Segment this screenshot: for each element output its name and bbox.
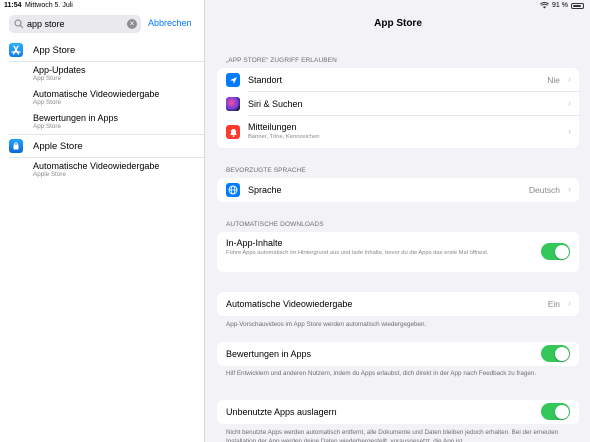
status-date: Mittwoch 5. Juli (25, 2, 73, 9)
chevron-right-icon: › (568, 126, 571, 136)
sidebar: × Abbrechen App Store App-Updates App St… (0, 0, 205, 442)
video-note: App-Vorschauvideos im App Store werden a… (226, 321, 427, 328)
offload-group: Unbenutzte Apps auslagern (217, 400, 579, 424)
row-label: Sprache (248, 185, 282, 195)
language-group: Sprache Deutsch › (217, 178, 579, 202)
row-label: Bewertungen in Apps (226, 349, 312, 359)
offload-toggle[interactable] (541, 403, 570, 420)
result-title: App-Updates (33, 65, 86, 75)
result-subtitle: App Store (33, 123, 62, 130)
result-title: Automatische Videowiedergabe (33, 161, 160, 171)
page-title: App Store (374, 18, 422, 29)
battery-icon (571, 2, 584, 9)
search-icon (14, 19, 24, 29)
row-siri[interactable]: Siri & Suchen › (217, 92, 579, 116)
divider (9, 157, 204, 158)
search-input[interactable] (27, 19, 123, 29)
row-notifications[interactable]: Mitteilungen Banner, Töne, Kennzeichen › (217, 116, 579, 148)
result-video-autoplay[interactable]: Automatische Videowiedergabe App Store (0, 87, 205, 111)
result-subtitle: Apple Store (33, 171, 66, 178)
status-time: 11:54 (4, 2, 22, 9)
result-subtitle: App Store (33, 99, 62, 106)
result-apple-store-video[interactable]: Automatische Videowiedergabe Apple Store (0, 159, 205, 183)
section-header-language: BEVORZUGTE SPRACHE (226, 167, 306, 174)
row-label: Standort (248, 75, 283, 85)
row-video-autoplay[interactable]: Automatische Videowiedergabe Ein › (217, 292, 579, 316)
search-field[interactable]: × (9, 15, 141, 33)
chevron-right-icon: › (568, 184, 571, 194)
notifications-icon (226, 125, 240, 139)
row-label: In-App-Inhalte (226, 238, 283, 248)
section-header-downloads: AUTOMATISCHE DOWNLOADS (226, 221, 324, 228)
row-subtitle: Führe Apps automatisch im Hintergrund au… (226, 250, 489, 256)
detail-pane: App Store „APP STORE“ ZUGRIFF ERLAUBEN S… (206, 0, 590, 442)
status-right: 91 % (540, 2, 584, 9)
ratings-toggle[interactable] (541, 345, 570, 362)
cancel-button[interactable]: Abbrechen (148, 18, 192, 28)
inapp-toggle[interactable] (541, 243, 570, 260)
divider (9, 61, 204, 62)
location-arrow-icon (226, 73, 240, 87)
row-label: Automatische Videowiedergabe (226, 299, 353, 309)
row-label: Unbenutzte Apps auslagern (226, 407, 337, 417)
row-label: Siri & Suchen (248, 99, 303, 109)
status-bar: 11:54 Mittwoch 5. Juli 91 % (0, 0, 590, 12)
access-group: Standort Nie › Siri & Suchen › Mitteilun… (217, 68, 579, 148)
downloads-group: In-App-Inhalte Führe Apps automatisch im… (217, 232, 579, 272)
siri-icon (226, 97, 240, 111)
ratings-group: Bewertungen in Apps (217, 342, 579, 366)
row-offload: Unbenutzte Apps auslagern (217, 400, 579, 424)
app-store-icon (9, 43, 23, 57)
battery-percent: 91 % (552, 2, 568, 9)
row-ratings: Bewertungen in Apps (217, 342, 579, 366)
row-subtitle: Banner, Töne, Kennzeichen (248, 134, 320, 140)
wifi-icon (540, 2, 550, 9)
row-location[interactable]: Standort Nie › (217, 68, 579, 92)
chevron-right-icon: › (568, 298, 571, 308)
result-title: Bewertungen in Apps (33, 113, 119, 123)
row-value: Deutsch (528, 185, 560, 195)
video-group: Automatische Videowiedergabe Ein › (217, 292, 579, 316)
clear-search-icon[interactable]: × (127, 19, 137, 29)
row-label: Mitteilungen (248, 122, 297, 132)
result-ratings[interactable]: Bewertungen in Apps App Store (0, 111, 205, 135)
result-apple-store[interactable]: Apple Store (0, 136, 205, 158)
divider (9, 134, 204, 135)
chevron-right-icon: › (568, 74, 571, 84)
row-language[interactable]: Sprache Deutsch › (217, 178, 579, 202)
chevron-right-icon: › (568, 98, 571, 108)
row-value: Nie (547, 75, 560, 85)
result-title: App Store (33, 45, 76, 56)
ratings-note: Hilf Entwicklern und anderen Nutzern, in… (226, 370, 537, 377)
row-inapp-content: In-App-Inhalte Führe Apps automatisch im… (217, 232, 579, 272)
result-subtitle: App Store (33, 75, 62, 82)
result-app-store[interactable]: App Store (0, 40, 205, 62)
apple-store-icon (9, 139, 23, 153)
offload-note: Nicht benutzte Apps werden automatisch e… (226, 429, 559, 442)
row-value: Ein (547, 299, 560, 309)
result-app-updates[interactable]: App-Updates App Store (0, 63, 205, 87)
result-title: Apple Store (33, 141, 83, 152)
globe-icon (226, 183, 240, 197)
section-header-access: „APP STORE“ ZUGRIFF ERLAUBEN (226, 57, 337, 64)
result-title: Automatische Videowiedergabe (33, 89, 160, 99)
